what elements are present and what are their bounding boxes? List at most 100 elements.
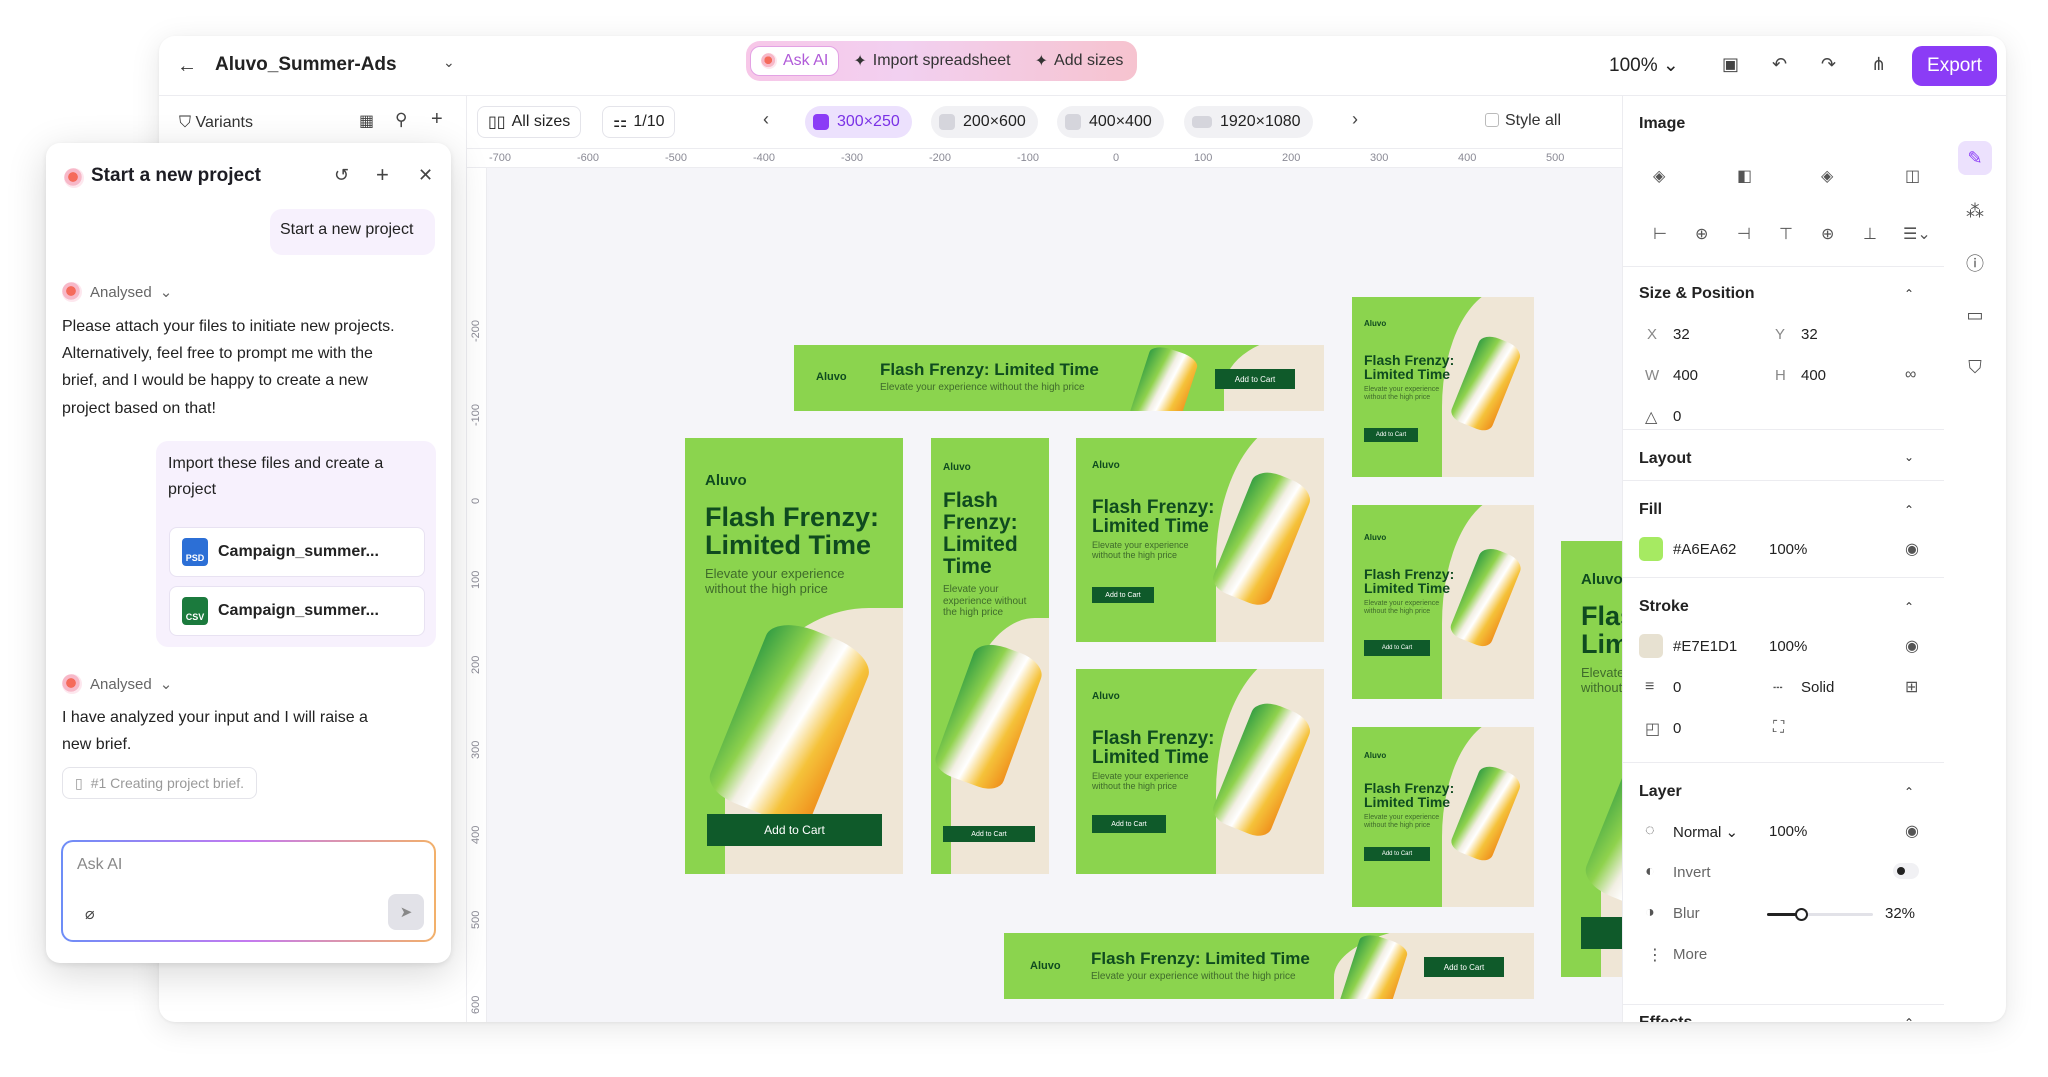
fill-hex-input[interactable]: #A6EA62 (1673, 541, 1736, 558)
ad-square-3[interactable]: Aluvo Flash Frenzy: Limited Time Elevate… (1352, 727, 1534, 907)
chevron-right-icon[interactable]: › (1352, 109, 1358, 130)
image-tool-icon[interactable]: ◈ (1821, 166, 1833, 186)
chevron-down-icon[interactable]: ⌄ (1904, 450, 1914, 464)
link-icon[interactable]: ∞ (1905, 366, 1916, 384)
image-section-title: Image (1639, 115, 1686, 132)
save-icon[interactable]: ▣ (1722, 54, 1739, 75)
ruler-tick: -700 (489, 152, 512, 164)
y-input[interactable]: 32 (1801, 326, 1818, 343)
export-button[interactable]: Export (1912, 46, 1997, 86)
image-tool-icon[interactable]: ◫ (1905, 166, 1920, 186)
all-sizes-button[interactable]: ▯▯ All sizes (477, 106, 582, 138)
ad-banner-top[interactable]: Aluvo Flash Frenzy: Limited Time Elevate… (794, 345, 1324, 411)
redo-icon[interactable]: ↷ (1821, 54, 1836, 75)
chevron-up-icon[interactable]: ⌃ (1904, 287, 1914, 301)
height-input[interactable]: 400 (1801, 367, 1826, 384)
ask-ai-button[interactable]: Ask AI (750, 46, 840, 76)
chevron-up-icon[interactable]: ⌃ (1904, 1016, 1914, 1022)
shield-icon[interactable]: ⛉ (1958, 350, 1992, 384)
invert-toggle[interactable] (1893, 863, 1919, 879)
edit-icon[interactable]: ✎ (1958, 141, 1992, 175)
style-all-toggle[interactable]: Style all (1485, 112, 1561, 130)
align-bottom-icon[interactable]: ⊥ (1863, 224, 1877, 244)
independent-corners-icon[interactable]: ⛶ (1773, 719, 1784, 737)
comment-icon[interactable]: ▭ (1958, 298, 1992, 332)
checkbox-icon[interactable] (1485, 113, 1499, 127)
back-arrow-icon[interactable]: ← (177, 55, 197, 78)
ad-square-1[interactable]: Aluvo Flash Frenzy: Limited Time Elevate… (1352, 297, 1534, 477)
analysed-toggle[interactable]: Analysed ⌄ (62, 674, 172, 694)
chevron-up-icon[interactable]: ⌃ (1904, 785, 1914, 799)
chevron-left-icon[interactable]: ‹ (763, 109, 769, 130)
document-title[interactable]: Aluvo_Summer-Ads (215, 54, 397, 76)
size-chip-400x400[interactable]: 400×400 (1057, 106, 1164, 138)
stroke-style-select[interactable]: Solid (1801, 679, 1834, 696)
blend-mode-select[interactable]: Normal ⌄ (1673, 823, 1738, 841)
paperclip-icon[interactable]: ⌀ (85, 904, 95, 924)
search-icon[interactable]: ⚲ (395, 110, 407, 130)
brief-status-chip[interactable]: ▯ #1 Creating project brief. (62, 767, 258, 799)
canvas[interactable]: ▯▯ All sizes ⚏ 1/10 ‹ 300×250 200×600 40… (467, 96, 1779, 1022)
rotation-input[interactable]: 0 (1673, 408, 1681, 425)
ad-rectangle-b[interactable]: Aluvo Flash Frenzy: Limited Time Elevate… (1076, 669, 1324, 874)
align-center-v-icon[interactable]: ⊕ (1821, 224, 1834, 244)
align-left-icon[interactable]: ⊢ (1653, 224, 1667, 244)
info-icon[interactable]: ⓘ (1958, 246, 1992, 280)
align-right-icon[interactable]: ⊣ (1737, 224, 1751, 244)
layout-icon[interactable]: ▦ (359, 111, 374, 131)
size-chip-300x250[interactable]: 300×250 (805, 106, 912, 138)
eye-icon[interactable]: ◉ (1905, 539, 1919, 559)
blur-slider-handle[interactable] (1794, 908, 1808, 921)
history-icon[interactable]: ↺ (334, 165, 349, 186)
stroke-position-icon[interactable]: ⊞ (1905, 677, 1918, 697)
width-input[interactable]: 400 (1673, 367, 1698, 384)
ad-skyscraper[interactable]: Aluvo Flash Frenzy: Limited Time Elevate… (931, 438, 1049, 874)
more-button[interactable]: More (1673, 946, 1707, 963)
send-button[interactable]: ➤ (388, 894, 424, 930)
ad-square-2[interactable]: Aluvo Flash Frenzy: Limited Time Elevate… (1352, 505, 1534, 699)
ad-portrait-large[interactable]: Aluvo Flash Frenzy: Limited Time Elevate… (685, 438, 903, 874)
stroke-color-swatch[interactable] (1639, 634, 1663, 658)
components-icon[interactable]: ⁂ (1958, 194, 1992, 228)
ad-rectangle-a[interactable]: Aluvo Flash Frenzy: Limited Time Elevate… (1076, 438, 1324, 642)
stroke-hex-input[interactable]: #E7E1D1 (1673, 638, 1737, 655)
ask-ai-input[interactable]: Ask AI ⌀ ➤ (63, 842, 434, 940)
x-input[interactable]: 32 (1673, 326, 1690, 343)
corner-radius-input[interactable]: 0 (1673, 720, 1681, 737)
variants-tab[interactable]: ⛉ Variants (179, 114, 253, 132)
import-spreadsheet-button[interactable]: ✦ Import spreadsheet (843, 46, 1020, 76)
chevron-up-icon[interactable]: ⌃ (1904, 503, 1914, 517)
stroke-width-input[interactable]: 0 (1673, 679, 1681, 696)
fill-color-swatch[interactable] (1639, 537, 1663, 561)
ad-logo: Aluvo (705, 472, 747, 489)
size-chip-1920x1080[interactable]: 1920×1080 (1184, 106, 1313, 138)
distribute-icon[interactable]: ☰⌄ (1903, 224, 1931, 244)
page-counter[interactable]: ⚏ 1/10 (602, 106, 676, 138)
close-icon[interactable]: ✕ (418, 165, 433, 186)
zoom-level[interactable]: 100% ⌄ (1609, 54, 1679, 77)
eye-icon[interactable]: ◉ (1905, 821, 1919, 841)
attached-file[interactable]: PSD Campaign_summer... (169, 527, 425, 577)
fill-opacity-input[interactable]: 100% (1769, 541, 1807, 558)
layer-opacity-input[interactable]: 100% (1769, 823, 1807, 840)
eye-icon[interactable]: ◉ (1905, 636, 1919, 656)
add-icon[interactable]: + (431, 108, 443, 131)
align-center-h-icon[interactable]: ⊕ (1695, 224, 1708, 244)
undo-icon[interactable]: ↶ (1772, 54, 1787, 75)
add-sizes-button[interactable]: ✦ Add sizes (1025, 46, 1134, 76)
image-tool-icon[interactable]: ◧ (1737, 166, 1752, 186)
ai-chat-panel: Start a new project ↺ + ✕ Start a new pr… (46, 143, 451, 963)
blur-value[interactable]: 32% (1885, 905, 1915, 922)
attached-file[interactable]: CSV Campaign_summer... (169, 586, 425, 636)
image-tool-icon[interactable]: ◈ (1653, 166, 1665, 186)
analysed-toggle[interactable]: Analysed ⌄ (62, 282, 172, 302)
share-icon[interactable]: ⋔ (1871, 54, 1886, 75)
ad-banner-bottom[interactable]: Aluvo Flash Frenzy: Limited Time Elevate… (1004, 933, 1534, 999)
chevron-down-icon[interactable]: ⌄ (443, 54, 455, 71)
chevron-up-icon[interactable]: ⌃ (1904, 600, 1914, 614)
align-top-icon[interactable]: ⊤ (1779, 224, 1793, 244)
new-chat-icon[interactable]: + (376, 162, 389, 188)
size-chip-200x600[interactable]: 200×600 (931, 106, 1038, 138)
blur-slider[interactable] (1767, 908, 1873, 921)
stroke-opacity-input[interactable]: 100% (1769, 638, 1807, 655)
